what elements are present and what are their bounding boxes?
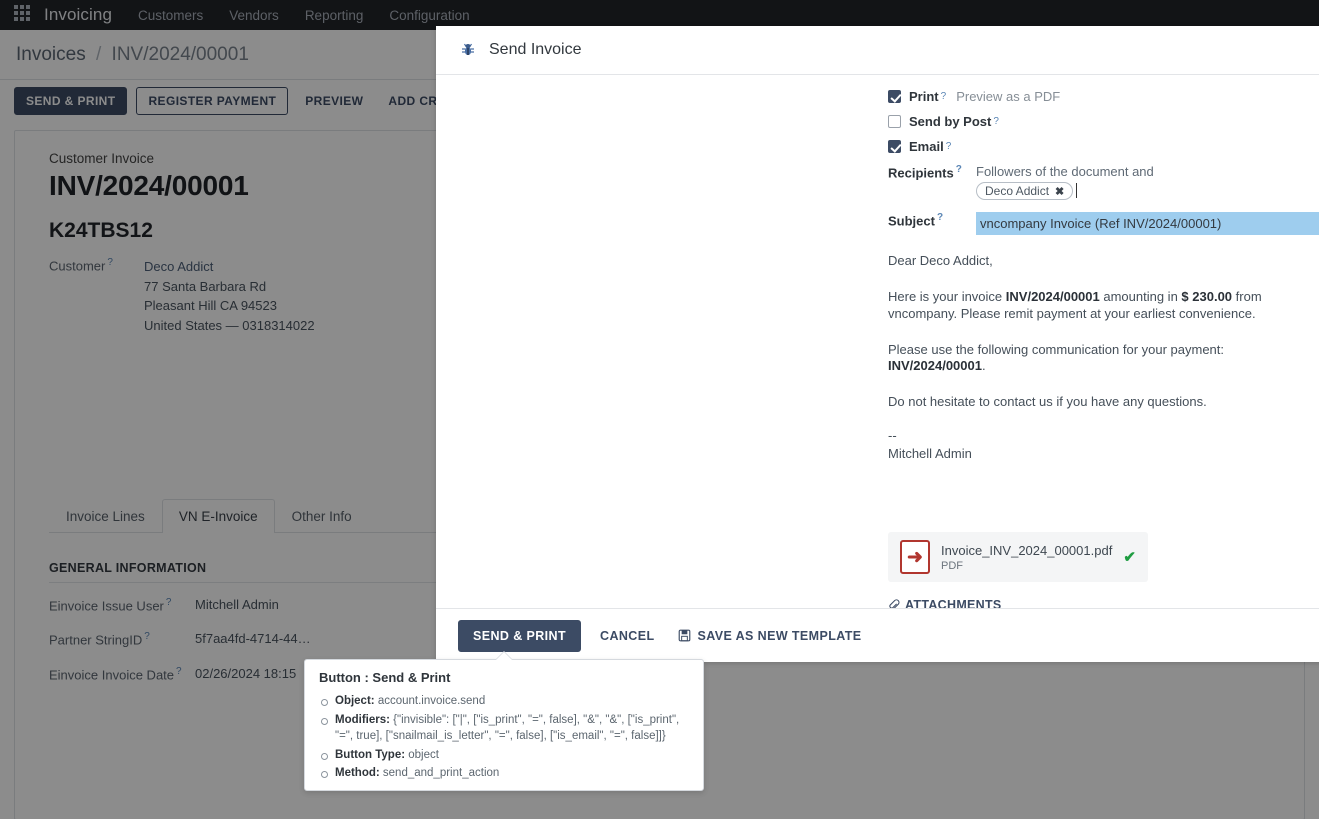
list-item: Method: send_and_print_action xyxy=(319,766,689,782)
recipients-label: Recipients? xyxy=(888,164,976,180)
email-greeting: Dear Deco Addict, xyxy=(888,253,1296,269)
pdf-file-icon: ➜ xyxy=(900,540,930,574)
email-paragraph-2: Please use the following communication f… xyxy=(888,342,1296,375)
recipient-tag-label: Deco Addict xyxy=(985,184,1049,198)
checkbox-row-print: Print ? Preview as a PDF xyxy=(436,89,1319,104)
list-item: Modifiers: {"invisible": ["|", ["is_prin… xyxy=(319,713,689,745)
tooltip-key-object: Object: xyxy=(335,695,375,707)
checkbox-row-email: Email ? xyxy=(436,139,1319,154)
dialog-title: Send Invoice xyxy=(489,41,582,59)
subject-label-text: Subject xyxy=(888,213,935,228)
attachment-meta: Invoice_INV_2024_00001.pdf PDF xyxy=(941,543,1112,572)
send-by-post-label: Send by Post xyxy=(909,114,991,129)
email-p2-pre: Please use the following communication f… xyxy=(888,342,1224,357)
email-p1-pre: Here is your invoice xyxy=(888,289,1006,304)
check-icon: ✔ xyxy=(1123,548,1136,566)
email-checkbox[interactable] xyxy=(888,140,901,153)
recipients-value: Followers of the document and Deco Addic… xyxy=(976,164,1154,200)
tooltip-value-button-type: object xyxy=(405,749,439,761)
subject-row: Subject? vncompany Invoice (Ref INV/2024… xyxy=(436,212,1319,235)
tooltip-key-method: Method: xyxy=(335,767,380,779)
help-icon[interactable]: ? xyxy=(937,212,943,223)
attachments-label: ATTACHMENTS xyxy=(905,598,1002,608)
email-p1-amount: $ 230.00 xyxy=(1181,289,1232,304)
print-checkbox[interactable] xyxy=(888,90,901,103)
subject-input[interactable]: vncompany Invoice (Ref INV/2024/00001) xyxy=(976,212,1319,235)
checkbox-row-send-by-post: Send by Post ? xyxy=(436,114,1319,129)
recipients-row: Recipients? Followers of the document an… xyxy=(436,164,1319,200)
tooltip-value-object: account.invoice.send xyxy=(375,695,486,707)
dialog-footer: SEND & PRINT CANCEL SAVE AS NEW TEMPLATE xyxy=(436,608,1319,662)
help-icon[interactable]: ? xyxy=(941,91,947,102)
list-item: Object: account.invoice.send xyxy=(319,694,689,710)
email-p1-invoice: INV/2024/00001 xyxy=(1006,289,1100,304)
dialog-header: Send Invoice xyxy=(436,26,1319,75)
screen-root: Invoicing Customers Vendors Reporting Co… xyxy=(0,0,1319,819)
tooltip-key-modifiers: Modifiers: xyxy=(335,714,390,726)
signature-name: Mitchell Admin xyxy=(888,445,1296,464)
email-p2-post: . xyxy=(982,358,986,373)
subject-label: Subject? xyxy=(436,212,976,228)
recipient-tag-deco-addict[interactable]: Deco Addict ✖ xyxy=(976,182,1073,200)
attachment-card[interactable]: ➜ Invoice_INV_2024_00001.pdf PDF ✔ xyxy=(888,532,1148,582)
email-body[interactable]: Dear Deco Addict, Here is your invoice I… xyxy=(436,253,1319,464)
print-label: Print xyxy=(909,89,939,104)
recipients-followers-text: Followers of the document and xyxy=(976,164,1154,179)
help-icon[interactable]: ? xyxy=(946,141,952,152)
bug-icon[interactable] xyxy=(460,42,476,58)
send-invoice-dialog: Send Invoice Print ? Preview as a PDF Se… xyxy=(436,26,1319,662)
dialog-send-and-print-button[interactable]: SEND & PRINT xyxy=(458,620,581,652)
tooltip-value-method: send_and_print_action xyxy=(380,767,500,779)
save-as-new-template-label: SAVE AS NEW TEMPLATE xyxy=(698,629,862,643)
email-signature: -- Mitchell Admin xyxy=(888,427,1296,465)
list-item: Button Type: object xyxy=(319,748,689,764)
save-as-new-template-button[interactable]: SAVE AS NEW TEMPLATE xyxy=(674,621,866,651)
recipients-label-text: Recipients xyxy=(888,165,954,180)
attachments-button[interactable]: ATTACHMENTS xyxy=(888,598,1002,608)
help-icon[interactable]: ? xyxy=(956,164,962,175)
email-paragraph-3: Do not hesitate to contact us if you hav… xyxy=(888,394,1296,410)
email-label: Email xyxy=(909,139,944,154)
send-by-post-checkbox[interactable] xyxy=(888,115,901,128)
print-hint: Preview as a PDF xyxy=(956,89,1060,104)
email-p1-mid: amounting in xyxy=(1100,289,1182,304)
attachment-filename: Invoice_INV_2024_00001.pdf xyxy=(941,543,1112,558)
help-icon[interactable]: ? xyxy=(993,116,999,127)
attachment-filetype: PDF xyxy=(941,560,1112,572)
attachments-area: ➜ Invoice_INV_2024_00001.pdf PDF ✔ ATTAC… xyxy=(888,532,1148,608)
email-paragraph-1: Here is your invoice INV/2024/00001 amou… xyxy=(888,289,1296,322)
tooltip-title: Button : Send & Print xyxy=(319,670,689,685)
paperclip-icon xyxy=(888,599,900,608)
close-icon[interactable]: ✖ xyxy=(1055,185,1064,198)
email-p2-invoice: INV/2024/00001 xyxy=(888,358,982,373)
signature-dashes: -- xyxy=(888,427,1296,446)
tooltip-list: Object: account.invoice.send Modifiers: … xyxy=(319,694,689,782)
dialog-body: Print ? Preview as a PDF Send by Post ? … xyxy=(436,75,1319,608)
save-icon xyxy=(678,629,691,642)
text-caret xyxy=(1076,183,1077,198)
tooltip-key-button-type: Button Type: xyxy=(335,749,405,761)
dialog-cancel-button[interactable]: CANCEL xyxy=(596,621,658,651)
debug-tooltip: Button : Send & Print Object: account.in… xyxy=(304,659,704,791)
